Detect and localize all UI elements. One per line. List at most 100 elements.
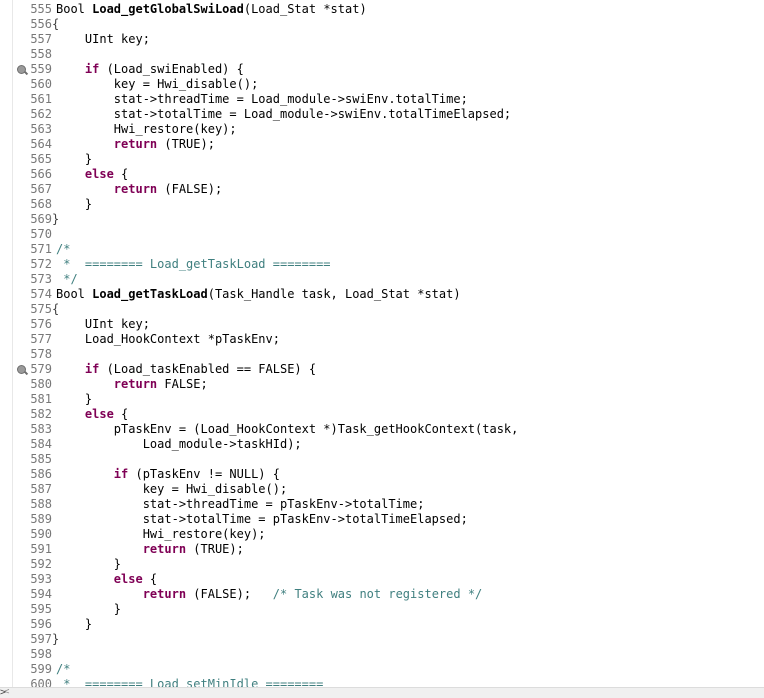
line-number: 581 [30,392,52,406]
line-number: 592 [30,557,52,571]
code-token: (FALSE); [186,587,273,601]
code-text: return (TRUE); [56,137,215,152]
code-text: Bool Load_getTaskLoad(Task_Handle task, … [56,287,461,302]
expand-arrow-icon[interactable]: > [0,687,6,698]
code-text: Load_module->taskHId); [56,437,302,452]
code-token: (pTaskEnv != NULL) { [128,467,280,481]
line-number: 582 [30,407,52,421]
code-text: if (Load_swiEnabled) { [56,62,244,77]
brace: } [52,212,60,226]
code-text: Bool Load_getGlobalSwiLoad(Load_Stat *st… [56,2,367,17]
code-text: else { [56,572,157,587]
comment: * ======== Load_getTaskLoad ======== [56,257,331,271]
code-token: stat->totalTime = pTaskEnv->totalTimeEla… [56,512,468,526]
code-text: pTaskEnv = (Load_HookContext *)Task_getH… [56,422,519,437]
code-token: } [56,617,93,631]
line-number: 559 [30,62,52,76]
brace: { [52,302,60,316]
code-text: else { [56,407,128,422]
line-number: 573 [30,272,52,286]
code-token: { [142,572,158,586]
keyword: if [113,467,129,481]
code-token: { [113,407,129,421]
line-number: 560 [30,77,52,91]
line-number: 572 [30,257,52,271]
line-number: 561 [30,92,52,106]
line-number: 562 [30,107,52,121]
line-number: 574 [30,287,52,301]
line-number: 557 [30,32,52,46]
function-name: Load_getGlobalSwiLoad [92,2,244,16]
line-number: 575 [30,302,52,316]
comment: /* [56,662,71,676]
line-number: 580 [30,377,52,391]
code-editor[interactable]: 555 Bool Load_getGlobalSwiLoad(Load_Stat … [0,0,764,688]
editor-left-ruler[interactable] [0,0,13,688]
line-number: 571 [30,242,52,256]
code-text: /* [56,242,70,257]
code-text: key = Hwi_disable(); [56,482,288,497]
code-text: key = Hwi_disable(); [56,77,259,92]
horizontal-scrollbar[interactable]: < [0,687,764,698]
code-text: Hwi_restore(key); [56,527,266,542]
code-text: stat->totalTime = pTaskEnv->totalTimeEla… [56,512,468,527]
keyword: return [113,377,158,391]
code-token: } [56,197,93,211]
code-text: } [56,152,92,167]
line-number: 564 [30,137,52,151]
code-token: FALSE; [157,377,208,391]
line-number: 585 [30,452,52,466]
line-number: 591 [30,542,52,556]
code-text: else { [56,167,128,182]
line-number: 593 [30,572,52,586]
code-token: (TRUE); [186,542,244,556]
keyword: if [84,362,100,376]
code-text: /* [56,662,70,677]
code-text: stat->totalTime = Load_module->swiEnv.to… [56,107,511,122]
line-number: 590 [30,527,52,541]
code-token: (Load_swiEnabled) { [99,62,244,76]
code-text: if (Load_taskEnabled == FALSE) { [56,362,316,377]
code-token: Hwi_restore(key); [56,527,266,541]
line-number: 558 [30,47,52,61]
code-text: return (FALSE); /* Task was not register… [56,587,483,602]
line-number: 555 [30,2,52,16]
keyword: return [142,542,187,556]
line-number: 583 [30,422,52,436]
code-text: } [56,617,92,632]
line-number: 597 [30,632,52,646]
code-token: (Task_Handle task, Load_Stat *stat) [207,287,461,301]
keyword: return [113,137,158,151]
keyword: if [84,62,100,76]
line-number: 566 [30,167,52,181]
line-number: 599 [30,662,52,676]
code-token: Load_module->taskHId); [56,437,302,451]
code-token: Bool [56,2,93,16]
keyword: return [142,587,187,601]
code-token: Bool [56,287,93,301]
code-token: UInt key; [56,32,150,46]
line-number: 594 [30,587,52,601]
line-number: 565 [30,152,52,166]
code-token: stat->totalTime = Load_module->swiEnv.to… [56,107,512,121]
code-text: */ [56,272,77,287]
code-text: UInt key; [56,32,150,47]
brace: } [52,632,60,646]
line-number: 598 [30,647,52,661]
code-token: stat->threadTime = Load_module->swiEnv.t… [56,92,468,106]
code-token: } [56,602,122,616]
code-text: * ======== Load_getTaskLoad ======== [56,257,331,272]
code-token: Load_HookContext *pTaskEnv; [56,332,280,346]
line-number: 563 [30,122,52,136]
line-number: 577 [30,332,52,346]
code-token: stat->threadTime = pTaskEnv->totalTime; [56,497,425,511]
keyword: else [113,572,143,586]
code-token: pTaskEnv = (Load_HookContext *)Task_getH… [56,422,519,436]
code-token: (FALSE); [157,182,223,196]
brace: { [52,17,60,31]
